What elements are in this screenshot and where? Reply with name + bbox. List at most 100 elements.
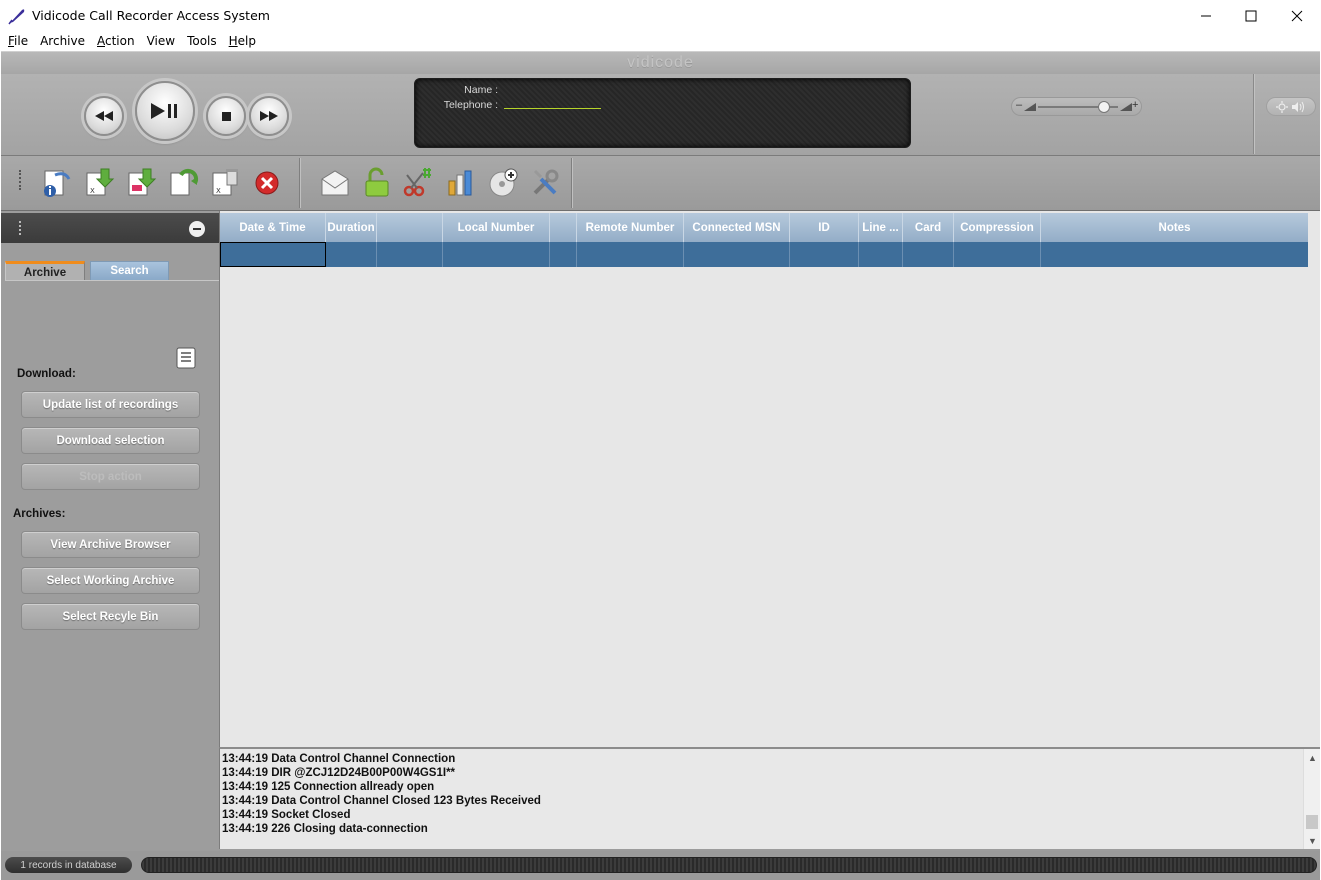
column-header-blank[interactable]	[377, 213, 443, 242]
panel-header	[1, 213, 219, 243]
tab-archive[interactable]: Archive	[5, 261, 85, 281]
column-header-notes[interactable]: Notes	[1041, 213, 1308, 242]
fast-forward-button[interactable]	[249, 96, 289, 136]
document-info-icon[interactable]	[41, 167, 73, 199]
table-cell[interactable]	[326, 242, 377, 267]
rewind-button[interactable]	[84, 96, 124, 136]
table-cell[interactable]	[684, 242, 790, 267]
minus-icon	[193, 228, 201, 230]
log-line: 13:44:19 Socket Closed	[222, 809, 351, 821]
stop-action-button[interactable]: Stop action	[21, 463, 200, 490]
recordings-table: Date & Time Duration Local Number Remote…	[219, 211, 1320, 798]
menu-help[interactable]: Help	[225, 34, 260, 48]
log-line: 13:44:19 DIR @ZCJ12D24B00P00W4GS1I**	[222, 767, 456, 779]
stop-icon	[221, 111, 231, 121]
log-lines: 13:44:19 Data Control Channel Connection…	[222, 752, 541, 836]
cd-burn-icon[interactable]	[487, 167, 519, 199]
close-button[interactable]	[1274, 0, 1320, 31]
menu-tools[interactable]: Tools	[183, 34, 221, 48]
svg-text:X: X	[216, 187, 221, 195]
scroll-down-icon[interactable]: ▼	[1304, 834, 1321, 848]
view-archive-browser-button[interactable]: View Archive Browser	[21, 531, 200, 558]
left-panel: Archive Search Download: Update list of …	[1, 211, 219, 856]
column-header-id[interactable]: ID	[790, 213, 859, 242]
select-recycle-bin-button[interactable]: Select Recyle Bin	[21, 603, 200, 630]
menu-view[interactable]: View	[143, 34, 179, 48]
download-selection-button[interactable]: Download selection	[21, 427, 200, 454]
table-cell[interactable]	[577, 242, 684, 267]
column-header-compression[interactable]: Compression	[954, 213, 1041, 242]
column-header-line[interactable]: Line ...	[859, 213, 903, 242]
column-header-local-number[interactable]: Local Number	[443, 213, 550, 242]
svg-text:X: X	[90, 187, 95, 195]
table-cell[interactable]	[220, 242, 326, 267]
column-header-card[interactable]: Card	[903, 213, 954, 242]
table-cell[interactable]	[1041, 242, 1308, 267]
table-row[interactable]	[220, 242, 1308, 267]
table-cell[interactable]	[443, 242, 550, 267]
menu-file[interactable]: File	[4, 34, 32, 48]
menu-bar: File Archive Action View Tools Help	[0, 31, 1321, 51]
title-bar: Vidicode Call Recorder Access System	[0, 0, 1321, 31]
column-header-blank[interactable]	[550, 213, 577, 242]
cancel-icon[interactable]	[251, 167, 283, 199]
excel-download-icon[interactable]: X	[83, 167, 115, 199]
cut-icon[interactable]	[401, 167, 433, 199]
unlock-icon[interactable]	[361, 167, 393, 199]
status-bar: 1 records in database	[1, 851, 1320, 880]
toolbar-separator	[571, 158, 572, 208]
rewind-icon	[95, 111, 113, 121]
window-title: Vidicode Call Recorder Access System	[32, 8, 270, 23]
document-download-icon[interactable]	[125, 167, 157, 199]
column-header-remote-number[interactable]: Remote Number	[577, 213, 684, 242]
volume-slider[interactable]: – +	[1011, 97, 1142, 116]
archives-section-label: Archives:	[13, 508, 66, 520]
menu-action[interactable]: Action	[93, 34, 139, 48]
call-info-display: Name : Telephone :	[414, 78, 911, 148]
table-cell[interactable]	[550, 242, 577, 267]
column-header-connected-msn[interactable]: Connected MSN	[684, 213, 790, 242]
speaker-button[interactable]	[1266, 97, 1316, 116]
brand-logo: vidicode	[627, 54, 694, 71]
menu-archive[interactable]: Archive	[36, 34, 89, 48]
panel-grip[interactable]	[19, 221, 22, 235]
play-pause-icon	[151, 103, 177, 119]
play-pause-button[interactable]	[135, 81, 195, 141]
update-list-button[interactable]: Update list of recordings	[21, 391, 200, 418]
log-panel: 13:44:19 Data Control Channel Connection…	[219, 747, 1320, 849]
notes-icon[interactable]	[176, 347, 196, 369]
volume-knob[interactable]	[1098, 101, 1111, 113]
tab-search[interactable]: Search	[90, 261, 169, 281]
tools-icon[interactable]	[529, 167, 561, 199]
volume-high-icon	[1120, 103, 1132, 111]
minimize-button[interactable]	[1183, 0, 1229, 31]
log-scrollbar[interactable]: ▲ ▼	[1303, 749, 1320, 849]
column-header-duration[interactable]: Duration	[326, 213, 377, 242]
fast-forward-icon	[260, 111, 278, 121]
telephone-label: Telephone :	[443, 99, 498, 111]
maximize-button[interactable]	[1228, 0, 1274, 31]
chart-icon[interactable]	[445, 167, 477, 199]
table-cell[interactable]	[377, 242, 443, 267]
table-cell[interactable]	[954, 242, 1041, 267]
excel-delete-icon[interactable]: X	[209, 167, 241, 199]
stop-button[interactable]	[206, 96, 246, 136]
email-icon[interactable]	[319, 167, 351, 199]
speaker-icon	[1276, 100, 1304, 113]
document-refresh-icon[interactable]	[167, 167, 199, 199]
collapse-button[interactable]	[189, 221, 205, 237]
app-body: vidicode Name : Telephone : – + X X Arch…	[1, 51, 1320, 880]
scroll-up-icon[interactable]: ▲	[1304, 751, 1321, 765]
table-cell[interactable]	[859, 242, 903, 267]
scroll-thumb[interactable]	[1306, 815, 1318, 829]
name-label: Name :	[464, 84, 498, 96]
toolbar-grip[interactable]	[19, 170, 22, 190]
toolbar-separator	[299, 158, 300, 208]
table-header: Date & Time Duration Local Number Remote…	[220, 213, 1308, 242]
download-section-label: Download:	[17, 368, 76, 380]
table-cell[interactable]	[903, 242, 954, 267]
column-header-date-time[interactable]: Date & Time	[220, 213, 326, 242]
table-cell[interactable]	[790, 242, 859, 267]
log-line: 13:44:19 Data Control Channel Connection	[222, 753, 456, 765]
select-working-archive-button[interactable]: Select Working Archive	[21, 567, 200, 594]
